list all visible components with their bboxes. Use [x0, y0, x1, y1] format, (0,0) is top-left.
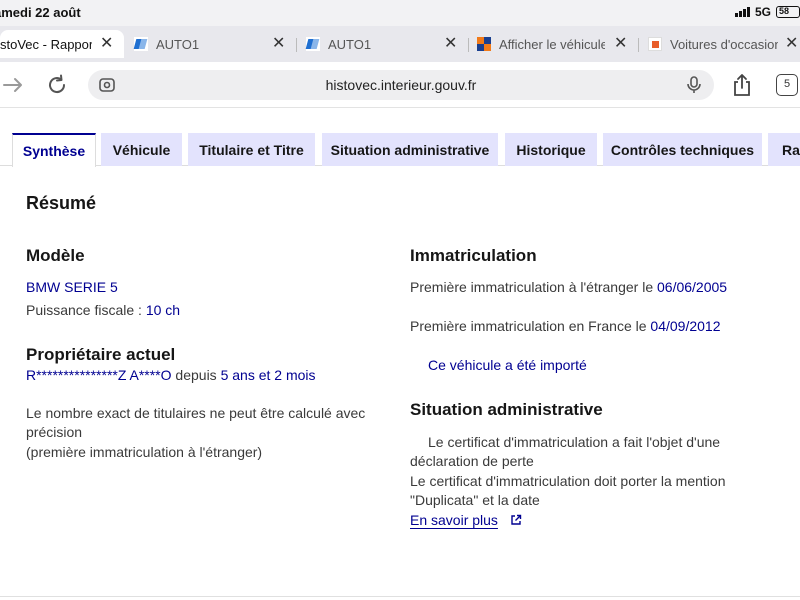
share-icon — [734, 74, 750, 96]
forward-button[interactable] — [0, 72, 26, 98]
titulaires-note-line1: Le nombre exact de titulaires ne peut êt… — [26, 405, 366, 421]
cellular-signal-icon — [734, 7, 750, 17]
address-bar[interactable]: histovec.interieur.gouv.fr — [88, 70, 714, 100]
voitures-favicon-icon — [648, 37, 662, 51]
proprietaire-line: R***************Z A****O depuis 5 ans et… — [26, 366, 316, 386]
browser-tab-auto1-a[interactable]: AUTO1 ✕ — [134, 30, 294, 58]
immat-france-date: 04/09/2012 — [650, 318, 721, 334]
tab-historique[interactable]: Historique — [505, 133, 597, 166]
tab-synthese[interactable]: Synthèse — [12, 133, 96, 167]
close-tab-icon[interactable]: ✕ — [614, 36, 627, 52]
status-right: 5G 58 — [734, 5, 800, 19]
vehicle-imported-notice: Ce véhicule a été importé — [428, 357, 587, 373]
titulaires-note-line3: (première immatriculation à l'étranger) — [26, 444, 263, 460]
en-savoir-plus-link[interactable]: En savoir plus — [410, 511, 522, 531]
heading-immatriculation: Immatriculation — [410, 246, 537, 265]
status-bar: amedi 22 août 5G 58 — [0, 0, 800, 26]
tab-controles-techniques[interactable]: Contrôles techniques — [603, 133, 762, 166]
network-type: 5G — [754, 5, 771, 19]
url-text: histovec.interieur.gouv.fr — [325, 77, 477, 93]
tab-situation-administrative[interactable]: Situation administrative — [322, 133, 498, 166]
content-bottom-divider — [0, 596, 800, 597]
reload-button[interactable] — [44, 72, 70, 98]
tab-titulaire-titre[interactable]: Titulaire et Titre — [188, 133, 315, 166]
tab-vehicule[interactable]: Véhicule — [101, 133, 182, 166]
titulaires-note-line2: précision — [26, 424, 83, 440]
puissance-fiscale: Puissance fiscale : 10 ch — [26, 301, 180, 321]
status-date: amedi 22 août — [0, 5, 81, 20]
page-tab-list: Synthèse Véhicule Titulaire et Titre Sit… — [0, 133, 800, 167]
browser-tab-title: stoVec - Rapport v — [0, 36, 92, 52]
tab-count-button[interactable]: 5 — [776, 74, 798, 96]
browser-tab-title: Voitures d'occasion — [670, 36, 778, 52]
immat-etranger-date: 06/06/2005 — [657, 279, 728, 295]
share-button[interactable] — [729, 72, 755, 98]
puissance-label: Puissance fiscale : — [26, 302, 142, 318]
auto1-favicon-icon — [306, 37, 320, 51]
heading-proprietaire-actuel: Propriétaire actuel — [26, 345, 176, 364]
close-tab-icon[interactable]: ✕ — [444, 36, 457, 52]
heading-modele: Modèle — [26, 246, 85, 265]
external-link-icon — [511, 514, 522, 525]
browser-tab-afficher-vehicule[interactable]: Afficher le véhicule ✕ — [477, 30, 637, 58]
en-savoir-plus-label[interactable]: En savoir plus — [410, 512, 498, 528]
section-title-resume: Résumé — [26, 193, 97, 213]
browser-tab-voitures-occasion[interactable]: Voitures d'occasion ✕ — [648, 30, 800, 58]
browser-tab-histovec[interactable]: stoVec - Rapport v ✕ — [0, 30, 124, 58]
situation-line4: "Duplicata" et la date — [410, 492, 540, 508]
browser-nav-bar: histovec.interieur.gouv.fr 5 — [0, 62, 800, 108]
puissance-value: 10 ch — [145, 302, 181, 318]
close-tab-icon[interactable]: ✕ — [785, 36, 798, 52]
close-tab-icon[interactable]: ✕ — [272, 36, 285, 52]
browser-tab-title: AUTO1 — [156, 36, 200, 52]
checkered-favicon-icon — [477, 37, 491, 51]
tab-divider — [296, 38, 297, 52]
auto1-favicon-icon — [134, 37, 148, 51]
owner-duration: 5 ans et 2 mois — [220, 367, 316, 383]
situation-line1: Le certificat d'immatriculation a fait l… — [428, 434, 721, 450]
tab-rapport[interactable]: Rapp — [768, 133, 800, 166]
browser-tab-bar: stoVec - Rapport v ✕ AUTO1 ✕ AUTO1 ✕ Aff… — [0, 26, 800, 62]
battery-icon: 58 — [776, 6, 800, 18]
vehicle-model: BMW SERIE 5 — [26, 279, 118, 295]
situation-line3: Le certificat d'immatriculation doit por… — [410, 473, 726, 489]
browser-tab-title: AUTO1 — [328, 36, 372, 52]
immat-france: Première immatriculation en France le 04… — [410, 317, 721, 337]
microphone-icon[interactable] — [686, 76, 702, 94]
heading-situation-administrative: Situation administrative — [410, 400, 603, 419]
synthese-panel: Résumé Modèle BMW SERIE 5 Puissance fisc… — [0, 166, 800, 600]
immat-etranger-label: Première immatriculation à l'étranger le — [410, 279, 654, 295]
owner-depuis: depuis — [175, 367, 217, 383]
browser-tab-title: Afficher le véhicule — [499, 36, 605, 52]
immat-france-label: Première immatriculation en France le — [410, 318, 647, 334]
tab-divider — [468, 38, 469, 52]
immat-etranger: Première immatriculation à l'étranger le… — [410, 278, 727, 298]
battery-level: 58 — [779, 6, 790, 16]
close-tab-icon[interactable]: ✕ — [100, 36, 113, 52]
owner-name: R***************Z A****O — [26, 367, 172, 383]
reload-icon — [49, 74, 66, 94]
situation-line2: déclaration de perte — [410, 453, 534, 469]
tab-divider — [638, 38, 639, 52]
browser-tab-auto1-b[interactable]: AUTO1 ✕ — [306, 30, 466, 58]
arrow-right-icon — [3, 78, 22, 92]
